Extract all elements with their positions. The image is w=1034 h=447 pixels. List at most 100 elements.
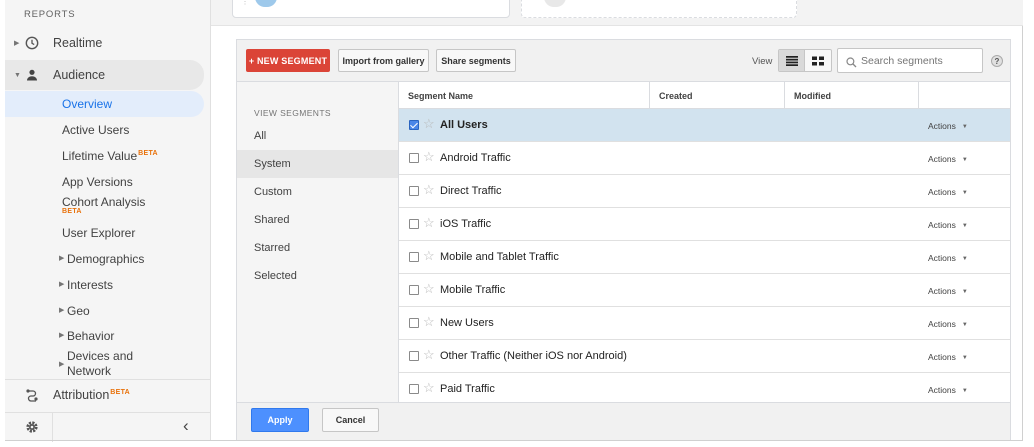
- content-border: [1022, 26, 1023, 441]
- star-outline-icon[interactable]: ☆: [423, 282, 435, 296]
- actions-label: Actions: [928, 319, 956, 329]
- search-segments-input[interactable]: [861, 53, 979, 69]
- nav-subitem-cohort-analysis[interactable]: Cohort Analysis BETA: [5, 194, 211, 220]
- nav-subitem-label: Overview: [62, 97, 113, 111]
- footer-divider: [52, 413, 53, 442]
- list-view-icon[interactable]: [779, 50, 805, 71]
- segment-filter-starred[interactable]: Starred: [237, 234, 398, 262]
- beta-badge: BETA: [62, 208, 82, 215]
- add-segment-card[interactable]: [521, 0, 797, 18]
- segment-card[interactable]: ⋮: [232, 0, 510, 18]
- table-row[interactable]: ☆ Other Traffic (Neither iOS nor Android…: [399, 340, 1010, 373]
- segment-cards-strip: ⋮: [211, 0, 1023, 26]
- gear-icon[interactable]: [25, 420, 39, 439]
- segment-filter-custom[interactable]: Custom: [237, 178, 398, 206]
- star-outline-icon[interactable]: ☆: [423, 183, 435, 197]
- row-checkbox[interactable]: [409, 351, 419, 361]
- row-checkbox[interactable]: [409, 318, 419, 328]
- share-segments-button[interactable]: Share segments: [436, 49, 516, 72]
- nav-group-label: Behavior: [67, 329, 115, 343]
- star-outline-icon[interactable]: ☆: [423, 381, 435, 395]
- segment-filter-selected[interactable]: Selected: [237, 262, 398, 290]
- row-checkbox[interactable]: [409, 186, 419, 196]
- table-row[interactable]: ☆ Direct Traffic Actions ▼: [399, 175, 1010, 208]
- star-outline-icon[interactable]: ☆: [423, 315, 435, 329]
- nav-item-audience[interactable]: ▼ Audience: [5, 60, 204, 90]
- nav-item-attribution[interactable]: AttributionBETA: [5, 382, 211, 408]
- nav-subitem-active-users[interactable]: Active Users: [5, 117, 211, 143]
- nav-group-behavior[interactable]: ▶ Behavior: [5, 323, 211, 349]
- segment-filter-system[interactable]: System: [237, 150, 398, 178]
- actions-dropdown[interactable]: Actions ▼: [928, 154, 968, 164]
- apply-button[interactable]: Apply: [251, 408, 309, 432]
- actions-dropdown[interactable]: Actions ▼: [928, 121, 968, 131]
- caret-right-icon: ▶: [59, 255, 65, 262]
- actions-dropdown[interactable]: Actions ▼: [928, 286, 968, 296]
- nav-group-label: Interests: [67, 278, 114, 292]
- star-outline-icon[interactable]: ☆: [423, 348, 435, 362]
- grid-view-icon[interactable]: [805, 50, 831, 71]
- nav-subitem-app-versions[interactable]: App Versions: [5, 169, 211, 195]
- chevron-down-icon: ▼: [961, 124, 968, 130]
- nav-group-devices-network[interactable]: ▶ Devices and Network: [5, 349, 211, 379]
- actions-dropdown[interactable]: Actions ▼: [928, 319, 968, 329]
- nav-group-demographics[interactable]: ▶ Demographics: [5, 246, 211, 272]
- segment-color-dot: [255, 0, 277, 7]
- drag-handle-icon[interactable]: ⋮: [241, 0, 249, 6]
- panel-footer: Apply Cancel: [237, 402, 1010, 440]
- table-row[interactable]: ☆ Paid Traffic Actions ▼: [399, 373, 1010, 402]
- table-row[interactable]: ☆ New Users Actions ▼: [399, 307, 1010, 340]
- row-checkbox[interactable]: [409, 285, 419, 295]
- collapse-nav-icon[interactable]: ‹: [183, 416, 189, 436]
- nav-subitem-user-explorer[interactable]: User Explorer: [5, 220, 211, 246]
- new-segment-button[interactable]: + NEW SEGMENT: [246, 49, 330, 72]
- row-checkbox[interactable]: [409, 153, 419, 163]
- reports-section-label: REPORTS: [24, 9, 76, 20]
- segment-name: All Users: [440, 119, 488, 131]
- star-outline-icon[interactable]: ☆: [423, 216, 435, 230]
- actions-label: Actions: [928, 220, 956, 230]
- nav-item-realtime[interactable]: ▶ Realtime: [5, 30, 211, 56]
- table-row[interactable]: ☆ iOS Traffic Actions ▼: [399, 208, 1010, 241]
- chevron-down-icon: ▼: [961, 157, 968, 163]
- beta-badge: BETA: [110, 388, 131, 396]
- view-toggle: [778, 49, 832, 72]
- nav-group-label: Devices and Network: [67, 349, 134, 378]
- star-outline-icon[interactable]: ☆: [423, 249, 435, 263]
- nav-subitem-lifetime-value[interactable]: Lifetime ValueBETA: [5, 143, 211, 169]
- view-segments-menu: VIEW SEGMENTS All System Custom Shared S…: [237, 82, 399, 402]
- import-from-gallery-button[interactable]: Import from gallery: [338, 49, 429, 72]
- table-row[interactable]: ☆ Android Traffic Actions ▼: [399, 142, 1010, 175]
- nav-group-geo[interactable]: ▶ Geo: [5, 298, 211, 324]
- row-checkbox[interactable]: [409, 384, 419, 394]
- table-row[interactable]: ☆ All Users Actions ▼: [399, 109, 1010, 142]
- chevron-down-icon: ▼: [961, 256, 968, 262]
- column-header-created[interactable]: Created: [650, 82, 785, 109]
- segment-color-dot: [544, 0, 566, 7]
- row-checkbox[interactable]: [409, 219, 419, 229]
- actions-dropdown[interactable]: Actions ▼: [928, 352, 968, 362]
- nav-subitem-overview[interactable]: Overview: [5, 91, 204, 117]
- cancel-button[interactable]: Cancel: [322, 408, 379, 432]
- star-outline-icon[interactable]: ☆: [423, 117, 435, 131]
- row-checkbox[interactable]: [409, 252, 419, 262]
- table-row[interactable]: ☆ Mobile and Tablet Traffic Actions ▼: [399, 241, 1010, 274]
- segment-filter-all[interactable]: All: [237, 122, 398, 150]
- row-checkbox[interactable]: [409, 120, 419, 130]
- segment-filter-shared[interactable]: Shared: [237, 206, 398, 234]
- actions-dropdown[interactable]: Actions ▼: [928, 253, 968, 263]
- nav-group-interests[interactable]: ▶ Interests: [5, 272, 211, 298]
- actions-dropdown[interactable]: Actions ▼: [928, 220, 968, 230]
- content-border: [5, 440, 1023, 441]
- search-icon: [846, 55, 857, 73]
- nav-subitem-label: Active Users: [62, 123, 130, 137]
- table-row[interactable]: ☆ Mobile Traffic Actions ▼: [399, 274, 1010, 307]
- column-header-modified[interactable]: Modified: [785, 82, 919, 109]
- actions-dropdown[interactable]: Actions ▼: [928, 187, 968, 197]
- column-header-segment-name[interactable]: Segment Name: [399, 82, 650, 109]
- nav-group-label: Demographics: [67, 252, 145, 266]
- star-outline-icon[interactable]: ☆: [423, 150, 435, 164]
- actions-dropdown[interactable]: Actions ▼: [928, 385, 968, 395]
- caret-right-icon: ▶: [14, 40, 20, 47]
- help-icon[interactable]: ?: [991, 55, 1003, 67]
